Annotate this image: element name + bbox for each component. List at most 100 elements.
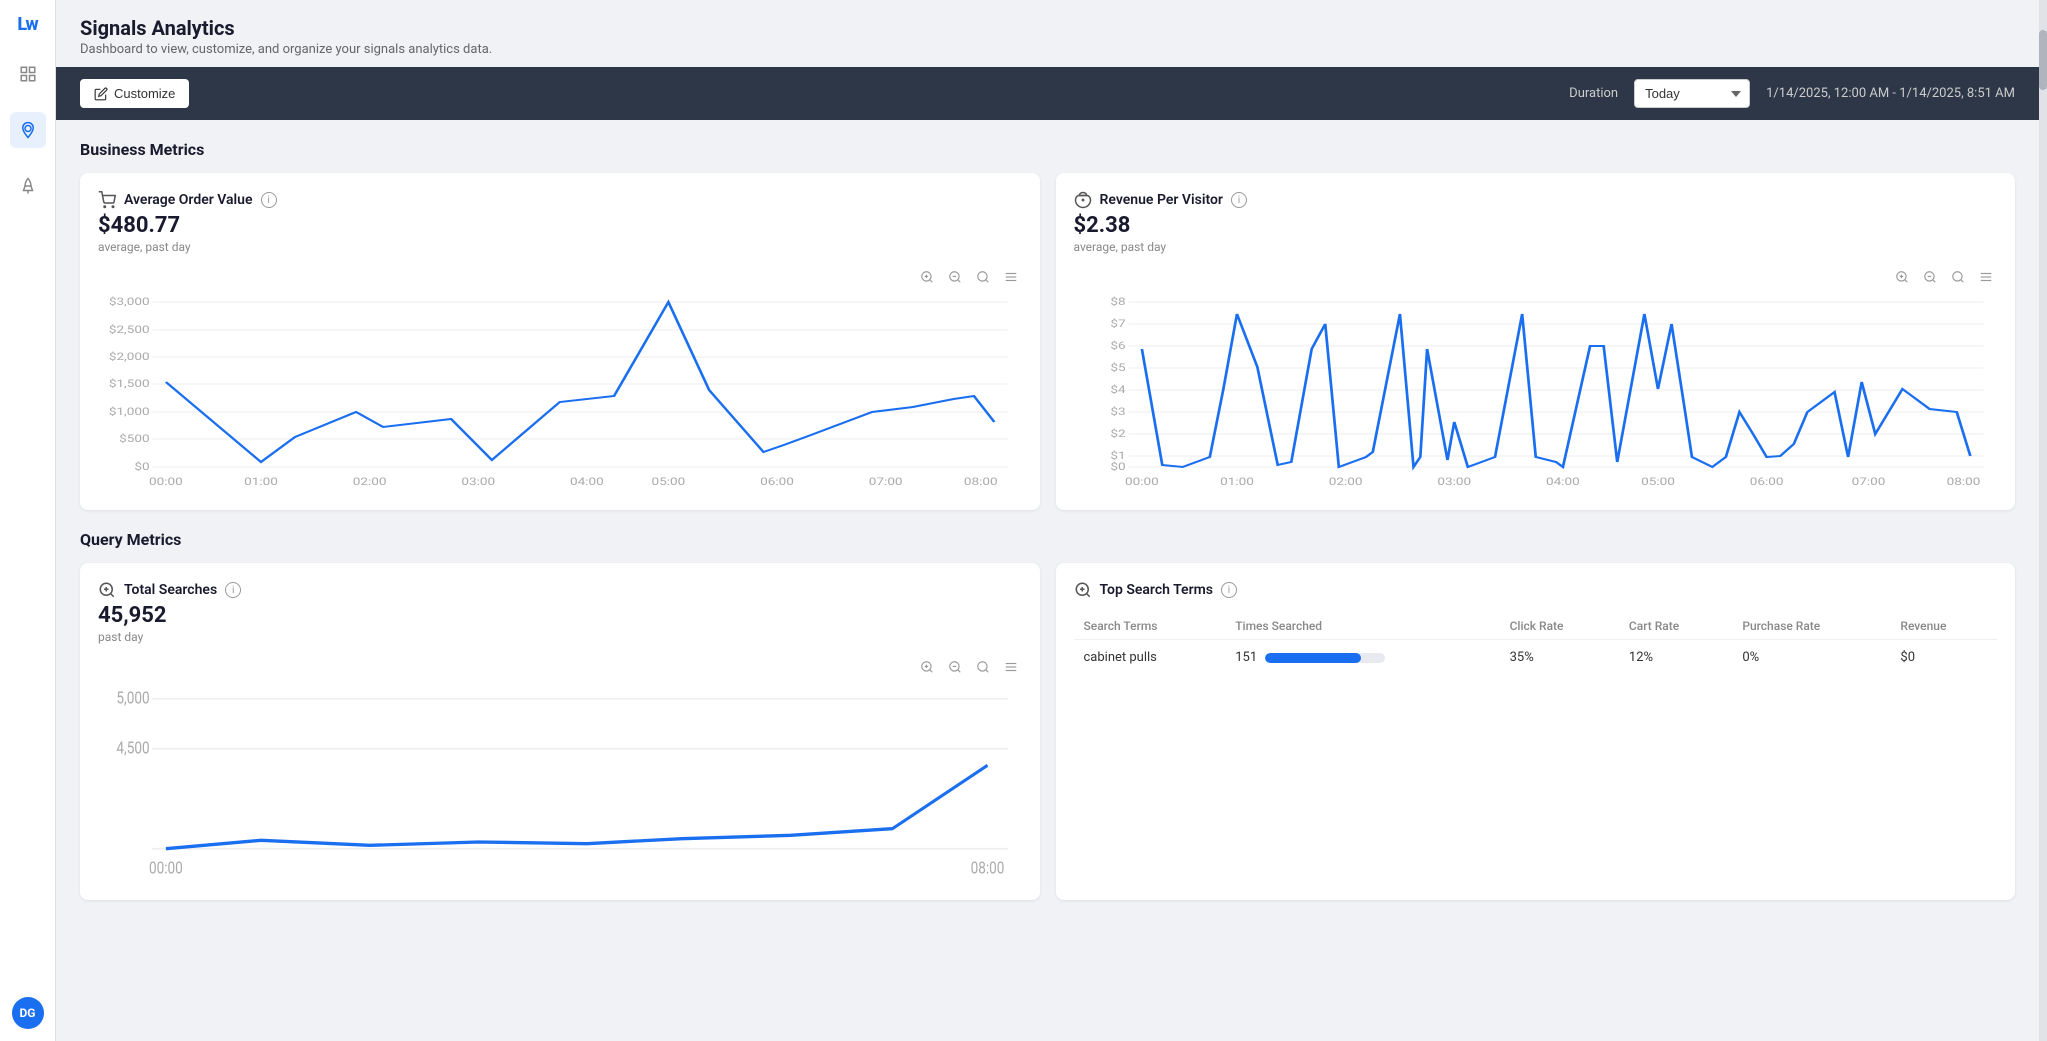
svg-text:04:00: 04:00 — [570, 476, 604, 488]
bar-fill — [1265, 653, 1361, 663]
sidebar-item-location[interactable] — [10, 112, 46, 148]
svg-text:$2,500: $2,500 — [109, 324, 150, 336]
total-searches-chart: 5,000 4,500 00:00 08:00 — [98, 682, 1022, 882]
col-search-terms: Search Terms — [1074, 613, 1226, 640]
avatar[interactable]: DG — [12, 997, 44, 1029]
cart-icon — [98, 191, 116, 209]
col-cart-rate: Cart Rate — [1619, 613, 1732, 640]
zoom-out-icon2[interactable] — [1919, 266, 1941, 288]
svg-text:02:00: 02:00 — [353, 476, 387, 488]
date-range: 1/14/2025, 12:00 AM - 1/14/2025, 8:51 AM — [1766, 86, 2015, 101]
avg-order-chart: $3,000 $2,500 $2,000 $1,500 $1,000 $500 … — [98, 292, 1022, 492]
svg-text:08:00: 08:00 — [971, 858, 1005, 878]
search-icon2[interactable] — [1947, 266, 1969, 288]
pencil-icon — [94, 87, 108, 101]
svg-text:04:00: 04:00 — [1546, 476, 1580, 488]
col-purchase-rate: Purchase Rate — [1732, 613, 1890, 640]
main-content: Signals Analytics Dashboard to view, cus… — [56, 0, 2039, 1041]
app-logo: Lw — [12, 12, 44, 36]
zoom-in-icon3[interactable] — [916, 656, 938, 678]
col-click-rate: Click Rate — [1500, 613, 1619, 640]
zoom-out-icon[interactable] — [944, 266, 966, 288]
svg-text:01:00: 01:00 — [1220, 476, 1254, 488]
cart-rate-cell: 12% — [1619, 640, 1732, 676]
customize-button[interactable]: Customize — [80, 79, 189, 108]
svg-text:$0: $0 — [134, 461, 150, 473]
svg-text:4,500: 4,500 — [116, 738, 149, 758]
svg-text:07:00: 07:00 — [1851, 476, 1885, 488]
page-title: Signals Analytics — [80, 16, 2015, 40]
zoom-in-icon2[interactable] — [1891, 266, 1913, 288]
svg-text:$2: $2 — [1110, 428, 1126, 440]
menu-icon3[interactable] — [1000, 656, 1022, 678]
top-search-terms-table: Search Terms Times Searched Click Rate C… — [1074, 613, 1998, 675]
svg-text:$6: $6 — [1110, 340, 1126, 352]
svg-text:06:00: 06:00 — [1749, 476, 1783, 488]
svg-text:5,000: 5,000 — [116, 688, 149, 708]
avg-order-meta: average, past day — [98, 240, 1022, 254]
total-searches-title: Total Searches — [124, 582, 217, 598]
page-header: Signals Analytics Dashboard to view, cus… — [56, 0, 2039, 67]
sidebar-item-grid[interactable] — [10, 56, 46, 92]
zoom-out-icon3[interactable] — [944, 656, 966, 678]
svg-text:08:00: 08:00 — [1946, 476, 1980, 488]
svg-text:00:00: 00:00 — [149, 858, 183, 878]
top-search-terms-info[interactable]: i — [1221, 582, 1237, 598]
svg-text:07:00: 07:00 — [869, 476, 903, 488]
sidebar-item-rocket[interactable] — [10, 168, 46, 204]
col-revenue: Revenue — [1890, 613, 1997, 640]
revenue-per-visitor-title: Revenue Per Visitor — [1100, 192, 1223, 208]
svg-text:$7: $7 — [1110, 318, 1126, 330]
menu-icon2[interactable] — [1975, 266, 1997, 288]
duration-label: Duration — [1569, 86, 1618, 101]
avg-order-card: Average Order Value i $480.77 average, p… — [80, 173, 1040, 510]
menu-icon[interactable] — [1000, 266, 1022, 288]
svg-text:$1,500: $1,500 — [109, 378, 150, 390]
svg-text:$8: $8 — [1110, 296, 1126, 308]
toolbar: Customize Duration Today Yesterday Last … — [56, 67, 2039, 120]
svg-text:01:00: 01:00 — [244, 476, 278, 488]
search-table-icon — [1074, 581, 1092, 599]
revenue-per-visitor-info[interactable]: i — [1231, 192, 1247, 208]
avg-order-title: Average Order Value — [124, 192, 253, 208]
top-search-terms-card: Top Search Terms i Search Terms Times Se… — [1056, 563, 2016, 900]
search-term-cell: cabinet pulls — [1074, 640, 1226, 676]
query-metrics-title: Query Metrics — [80, 530, 2015, 549]
scrollbar[interactable] — [2039, 0, 2047, 1041]
svg-text:05:00: 05:00 — [652, 476, 686, 488]
money-bag-icon — [1074, 191, 1092, 209]
zoom-in-icon[interactable] — [916, 266, 938, 288]
svg-text:$1: $1 — [1110, 450, 1125, 462]
search-icon3[interactable] — [972, 656, 994, 678]
svg-text:08:00: 08:00 — [964, 476, 998, 488]
search-analytics-icon — [98, 581, 116, 599]
top-search-terms-title: Top Search Terms — [1100, 582, 1213, 598]
revenue-per-visitor-value: $2.38 — [1074, 213, 1998, 238]
svg-text:02:00: 02:00 — [1328, 476, 1362, 488]
svg-text:$3,000: $3,000 — [109, 296, 150, 308]
svg-text:$0: $0 — [1110, 461, 1126, 473]
svg-text:$3: $3 — [1110, 406, 1125, 418]
bar-track — [1265, 653, 1385, 663]
svg-text:06:00: 06:00 — [760, 476, 794, 488]
svg-text:$2,000: $2,000 — [109, 351, 150, 363]
svg-text:05:00: 05:00 — [1641, 476, 1675, 488]
svg-text:00:00: 00:00 — [149, 476, 183, 488]
content-area: Business Metrics Average Order Value i $… — [56, 120, 2039, 1041]
svg-text:$1,000: $1,000 — [109, 406, 150, 418]
purchase-rate-cell: 0% — [1732, 640, 1890, 676]
svg-text:03:00: 03:00 — [1437, 476, 1471, 488]
svg-text:$5: $5 — [1110, 362, 1126, 374]
total-searches-value: 45,952 — [98, 603, 1022, 628]
svg-text:03:00: 03:00 — [461, 476, 495, 488]
total-searches-info[interactable]: i — [225, 582, 241, 598]
search-icon[interactable] — [972, 266, 994, 288]
business-metrics-row: Average Order Value i $480.77 average, p… — [80, 173, 2015, 510]
query-metrics-row: Total Searches i 45,952 past day — [80, 563, 2015, 900]
svg-text:$4: $4 — [1110, 384, 1126, 396]
revenue-per-visitor-meta: average, past day — [1074, 240, 1998, 254]
avg-order-info[interactable]: i — [261, 192, 277, 208]
scrollbar-thumb[interactable] — [2039, 30, 2047, 90]
duration-select[interactable]: Today Yesterday Last 7 Days Last 30 Days… — [1634, 79, 1750, 108]
click-rate-cell: 35% — [1500, 640, 1619, 676]
